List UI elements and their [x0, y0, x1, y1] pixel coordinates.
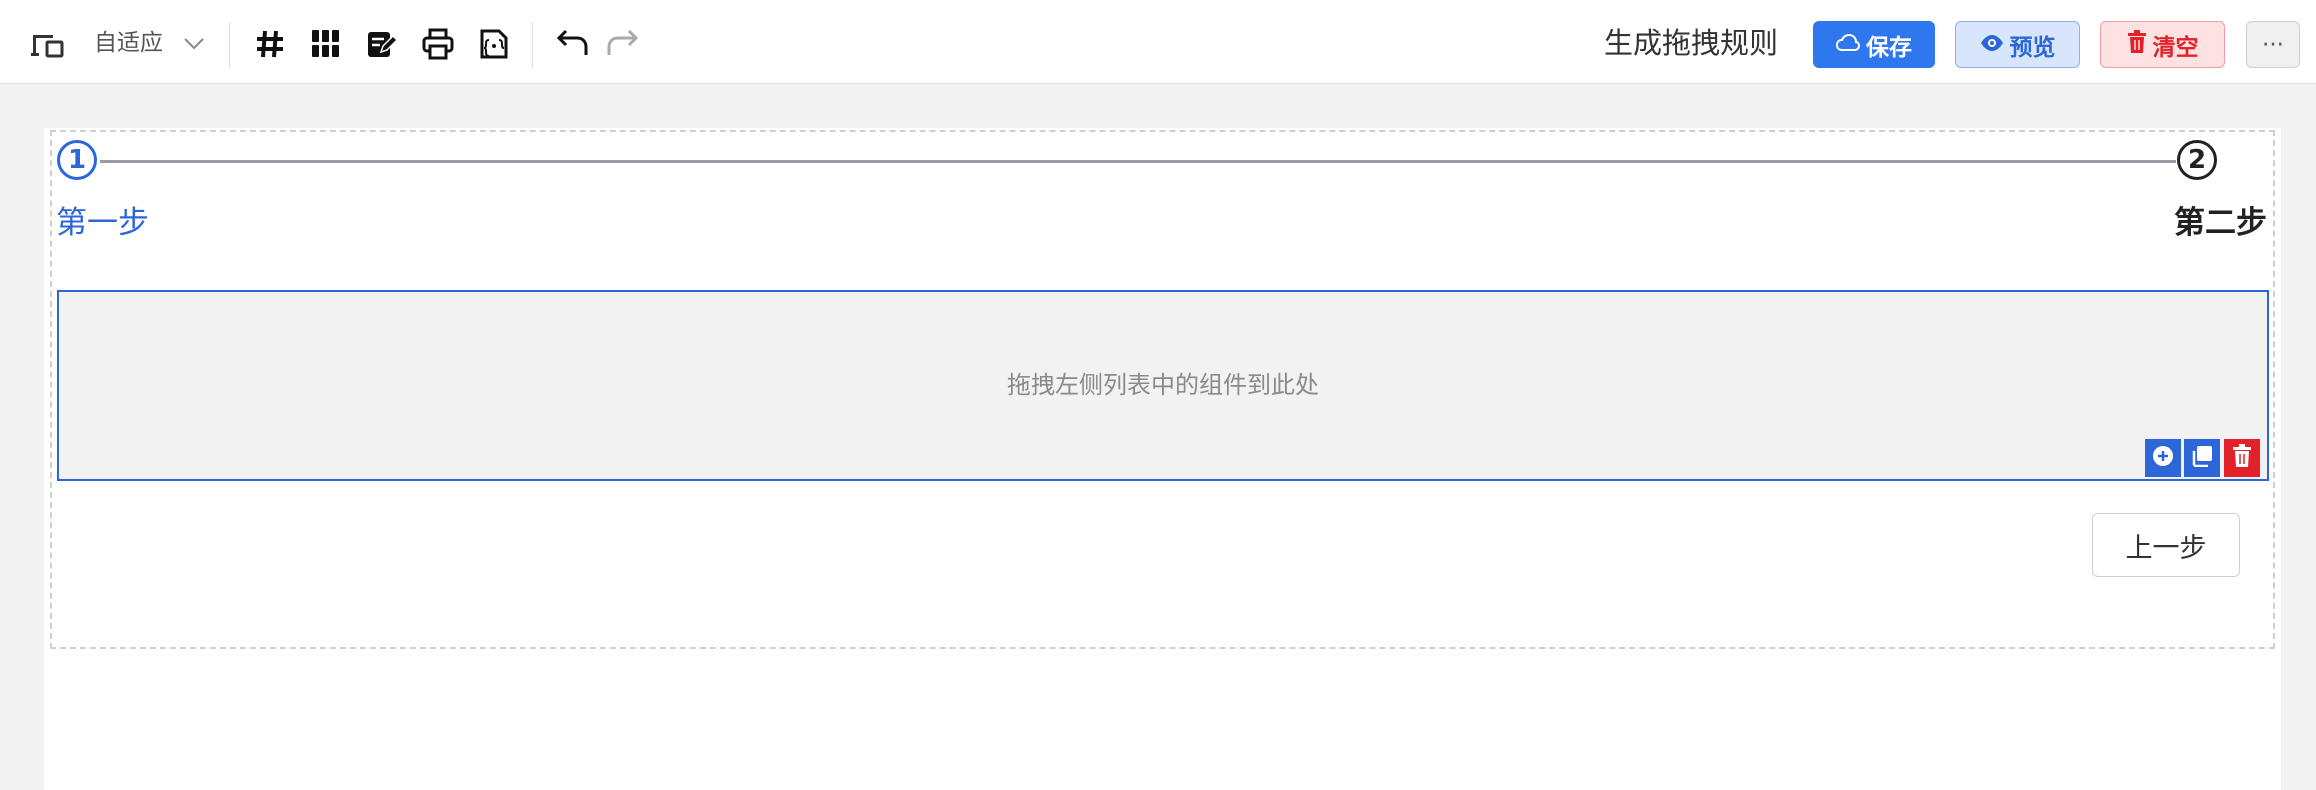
trash-icon [2232, 444, 2252, 472]
step-1-title: 第一步 [56, 205, 149, 241]
device-icon[interactable] [29, 31, 65, 59]
chevron-down-icon[interactable] [183, 37, 205, 51]
drop-zone-placeholder: 拖拽左侧列表中的组件到此处 [1007, 371, 1319, 399]
edit-form-icon[interactable] [367, 29, 397, 59]
clear-button[interactable]: 清空 [2100, 21, 2225, 68]
more-button[interactable]: ··· [2246, 21, 2300, 68]
top-toolbar: 自适应 生成拖拽规则 保存 预览 清空 ··· [0, 0, 2316, 84]
plus-circle-icon [2152, 445, 2174, 471]
step-2-indicator[interactable]: 2 [2177, 140, 2217, 180]
json-icon[interactable] [479, 28, 509, 60]
undo-icon[interactable] [556, 28, 590, 58]
eye-icon [1980, 32, 2004, 58]
step-2-number: 2 [2187, 145, 2207, 175]
step-2-title: 第二步 [2174, 205, 2267, 241]
component-drop-zone[interactable]: 拖拽左侧列表中的组件到此处 [57, 290, 2269, 481]
copy-icon [2191, 445, 2213, 471]
step-1-indicator[interactable]: 1 [57, 140, 97, 180]
steps-progress-line [100, 160, 2176, 163]
layout-grid-icon[interactable] [312, 30, 340, 58]
print-icon[interactable] [422, 28, 454, 60]
device-mode-select[interactable]: 自适应 [94, 29, 163, 57]
step-1-number: 1 [67, 145, 87, 175]
grid-hash-icon[interactable] [255, 29, 285, 59]
delete-item-button[interactable] [2224, 439, 2260, 477]
previous-step-label: 上一步 [2125, 532, 2207, 564]
save-label: 保存 [1866, 34, 1912, 61]
toolbar-divider [229, 22, 230, 68]
more-dots: ··· [2262, 31, 2284, 58]
preview-label: 预览 [2009, 34, 2056, 61]
preview-button[interactable]: 预览 [1955, 21, 2080, 68]
redo-icon[interactable] [605, 28, 639, 58]
clear-label: 清空 [2152, 34, 2199, 61]
trash-icon [2127, 29, 2147, 60]
save-button[interactable]: 保存 [1813, 21, 1935, 68]
copy-item-button[interactable] [2184, 439, 2220, 477]
cloud-icon [1835, 32, 1861, 58]
previous-step-button[interactable]: 上一步 [2092, 513, 2240, 577]
toolbar-divider [532, 22, 533, 68]
add-item-button[interactable] [2145, 439, 2181, 477]
generate-rules-button[interactable]: 生成拖拽规则 [1604, 26, 1778, 60]
